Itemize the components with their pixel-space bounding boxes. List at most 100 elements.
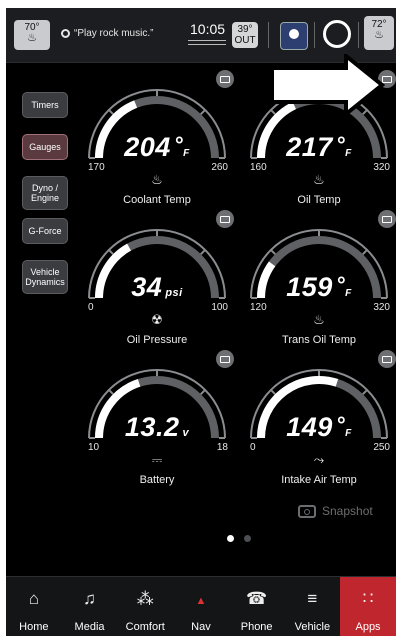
status-divider (358, 22, 359, 48)
gauge-trans-oil-temp[interactable]: 120 320 159 °F ♨ Trans Oil Temp (244, 210, 396, 354)
right-arrow-icon (270, 54, 386, 116)
car-icon: ≡ (307, 589, 318, 608)
gauge-coolant-temp[interactable]: 170 260 204 °F ♨ Coolant Temp (82, 70, 234, 214)
gauge-oil-pressure[interactable]: 0 100 34 psi ☢ Oil Pressure (82, 210, 234, 354)
edit-icon (382, 355, 392, 363)
heated-seat-icon: ♨ (27, 32, 37, 44)
gauge-unit-sub: F (345, 148, 352, 159)
dock-item-vehicle[interactable]: ≡ Vehicle (285, 577, 341, 636)
gauge-tick (362, 389, 368, 395)
outside-temp: 39° (237, 24, 253, 35)
gauge-min-label: 120 (250, 302, 267, 313)
gauge-value: 204 °F (82, 132, 232, 163)
comfort-seat-icon: ⁂ (136, 589, 154, 608)
voice-assistant-ring-icon[interactable] (323, 20, 351, 48)
gauge-min-label: 160 (250, 162, 267, 173)
outside-temp-badge: 39° OUT (232, 22, 258, 48)
side-menu-item-vehicle-dynamics[interactable]: Vehicle Dynamics (22, 260, 68, 294)
home-icon: ⌂ (28, 589, 39, 608)
clock-underline-2 (188, 44, 226, 45)
gauge-label: Intake Air Temp (281, 474, 357, 486)
gauge-unit: ° (173, 132, 184, 157)
gauge-edit-button[interactable] (216, 210, 234, 228)
dock-item-nav[interactable]: ▲ Nav (173, 577, 229, 636)
gauge-min-label: 0 (88, 302, 94, 313)
outside-label: OUT (234, 35, 256, 46)
page-dot-active[interactable] (227, 535, 234, 542)
side-menu-item-timers[interactable]: Timers (22, 92, 68, 118)
gauge-value: 149 °F (244, 412, 394, 443)
gauge-edit-button[interactable] (378, 350, 396, 368)
gauge-tick (270, 389, 276, 395)
gauge-tick (362, 249, 368, 255)
gauge-unit: ° (335, 132, 346, 157)
dock-item-comfort[interactable]: ⁂ Comfort (117, 577, 173, 636)
apps-grid-icon: ∷ (362, 589, 374, 608)
heated-seat-icon: ♨ (374, 29, 384, 41)
infotainment-screen: 70° ♨ “Play rock music.” 10:05 39° OUT 7… (6, 8, 396, 636)
gauge-unit-sub: F (345, 428, 352, 439)
oil-pressure-icon: ☢ (151, 312, 163, 327)
gauge-unit: psi (165, 287, 183, 299)
camera-icon (298, 504, 316, 518)
side-menu-item-gauges[interactable]: Gauges (22, 134, 68, 160)
gauge-min-label: 10 (88, 442, 100, 453)
gauge-min-label: 170 (88, 162, 105, 173)
phone-icon: ☎ (246, 589, 268, 608)
gauge-unit-sub: F (345, 288, 352, 299)
gauge-min-label: 0 (250, 442, 256, 453)
dock-item-label: Media (74, 621, 105, 633)
side-menu-label: Gauges (29, 142, 61, 152)
gauge-label: Oil Pressure (126, 334, 188, 346)
gauge-unit: ° (335, 272, 346, 297)
gauge-edit-button[interactable] (216, 70, 234, 88)
snapshot-button[interactable]: Snapshot (298, 504, 373, 518)
dock-item-media[interactable]: ♫ Media (62, 577, 118, 636)
gauge-tick (108, 389, 114, 395)
gauge-battery[interactable]: 10 18 13.2 v ⎓ Battery (82, 350, 234, 494)
passenger-climate-button[interactable]: 72° ♨ (364, 16, 394, 50)
gauge-value-number: 149 (286, 412, 333, 442)
side-menu-label: Timers (31, 100, 59, 110)
dock-item-phone[interactable]: ☎ Phone (229, 577, 285, 636)
gauge-edit-button[interactable] (378, 210, 396, 228)
bottom-dock: ⌂ Home ♫ Media ⁂ Comfort ▲ Nav ☎ Phone ≡ Vehicle ∷ Ap… (6, 576, 396, 636)
gauge-value-number: 217 (286, 132, 333, 162)
dock-item-label: Nav (191, 621, 211, 633)
gauge-value-number: 204 (124, 132, 171, 162)
dock-item-label: Comfort (125, 621, 165, 633)
side-menu-label: Dyno / Engine (30, 183, 60, 203)
music-note-icon: ♫ (83, 589, 96, 608)
gauge-value: 159 °F (244, 272, 394, 303)
voice-text: “Play rock music.” (74, 28, 154, 39)
dock-item-label: Vehicle (294, 621, 331, 633)
dock-item-home[interactable]: ⌂ Home (6, 577, 62, 636)
gauge-tick (270, 249, 276, 255)
gauge-edit-button[interactable] (216, 350, 234, 368)
edit-icon (220, 355, 230, 363)
oil-temp-icon: ♨ (313, 172, 325, 187)
coolant-temp-icon: ♨ (151, 172, 163, 187)
gauge-unit-sub: F (183, 148, 190, 159)
gauge-tick (200, 249, 206, 255)
gauge-max-label: 320 (373, 162, 390, 173)
page-dot[interactable] (244, 535, 251, 542)
gauge-value-number: 34 (131, 272, 163, 302)
gauge-value: 217 °F (244, 132, 394, 163)
gauge-value-number: 159 (286, 272, 333, 302)
gauge-value-number: 13.2 (124, 412, 180, 442)
driver-climate-button[interactable]: 70° ♨ (14, 20, 50, 50)
profile-button[interactable] (280, 22, 308, 50)
clock-underline (188, 40, 226, 41)
passenger-temp: 72° (371, 19, 387, 30)
gauge-label: Coolant Temp (123, 194, 191, 206)
battery-icon: ⎓ (151, 452, 163, 467)
gauge-intake-air-temp[interactable]: 0 250 149 °F ⤳ Intake Air Temp (244, 350, 396, 494)
side-menu-item-g-force[interactable]: G-Force (22, 218, 68, 244)
gauge-unit: ° (335, 412, 346, 437)
gauge-max-label: 320 (373, 302, 390, 313)
dock-item-apps[interactable]: ∷ Apps (340, 577, 396, 636)
gauge-tick (200, 389, 206, 395)
driver-profile-icon (289, 29, 299, 39)
side-menu-item-dyno-engine[interactable]: Dyno / Engine (22, 176, 68, 210)
